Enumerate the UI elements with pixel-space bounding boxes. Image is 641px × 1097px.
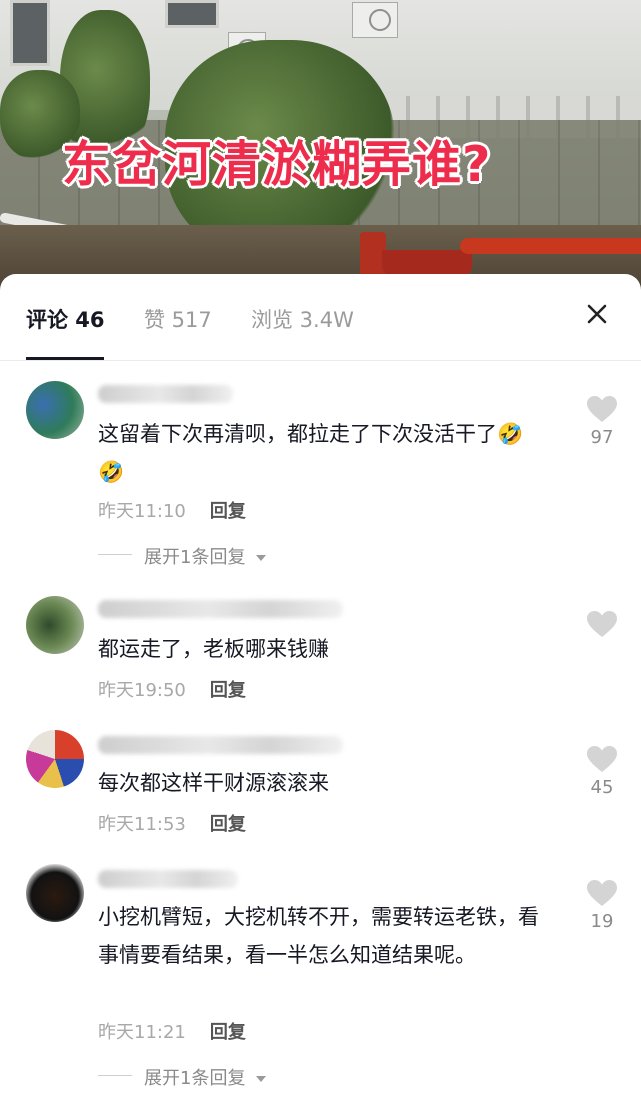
building-window xyxy=(10,0,50,66)
comment-text: 这留着下次再清呗，都拉走了下次没活干了🤣🤣 xyxy=(98,422,524,484)
like-button[interactable]: 45 xyxy=(582,745,622,798)
avatar[interactable] xyxy=(26,381,84,439)
like-button[interactable]: 19 xyxy=(582,879,622,932)
comment-text: 都运走了，老板哪来钱赚 xyxy=(98,637,329,661)
reply-button[interactable]: 回复 xyxy=(210,814,246,835)
heart-icon xyxy=(587,746,617,772)
active-tab-indicator xyxy=(26,357,104,360)
expand-replies-label: 展开1条回复 xyxy=(144,1068,246,1089)
comment-meta: 昨天19:50 回复 xyxy=(98,676,246,702)
reply-button[interactable]: 回复 xyxy=(210,1022,246,1043)
close-button[interactable] xyxy=(583,300,611,328)
avatar[interactable] xyxy=(26,730,84,788)
like-count: 97 xyxy=(590,427,614,448)
building-window xyxy=(165,0,219,28)
comment-meta: 昨天11:21 回复 xyxy=(98,1018,246,1044)
video-frame: 东岔河清淤糊弄谁? xyxy=(0,0,641,290)
username-blurred xyxy=(98,600,343,618)
comment-meta: 昨天11:10 回复 xyxy=(98,497,246,523)
tab-views[interactable]: 浏览 3.4W xyxy=(251,304,354,334)
like-button[interactable] xyxy=(582,610,622,642)
close-icon xyxy=(587,304,607,324)
comment-meta: 昨天11:53 回复 xyxy=(98,810,246,836)
comment-text: 每次都这样干财源滚滚来 xyxy=(98,771,329,795)
comment-text: 小挖机臂短，大挖机转不开，需要转运老铁，看事情要看结果，看一半怎么知道结果呢。 xyxy=(98,905,539,967)
avatar[interactable] xyxy=(26,596,84,654)
caret-down-icon xyxy=(256,555,267,561)
comment-time: 昨天19:50 xyxy=(98,680,186,701)
comment-time: 昨天11:10 xyxy=(98,501,186,522)
comment-time: 昨天11:21 xyxy=(98,1022,186,1043)
heart-icon xyxy=(587,880,617,906)
reply-button[interactable]: 回复 xyxy=(210,501,246,522)
username-blurred xyxy=(98,736,343,754)
comment-sheet: 评论 46 赞 517 浏览 3.4W 这留着下次再清呗，都拉走了下次没活干了🤣… xyxy=(0,274,641,1097)
heart-icon xyxy=(587,396,617,422)
reply-button[interactable]: 回复 xyxy=(210,680,246,701)
like-button[interactable]: 97 xyxy=(582,395,622,448)
expand-replies[interactable]: 展开1条回复 xyxy=(98,543,267,569)
like-count: 45 xyxy=(590,777,614,798)
air-conditioner xyxy=(352,2,398,38)
expand-replies-label: 展开1条回复 xyxy=(144,547,246,568)
video-title-overlay: 东岔河清淤糊弄谁? xyxy=(62,136,492,193)
caret-down-icon xyxy=(256,1076,267,1082)
avatar[interactable] xyxy=(26,864,84,922)
comment-tabs: 评论 46 赞 517 浏览 3.4W xyxy=(0,274,641,361)
tab-comments[interactable]: 评论 46 xyxy=(26,304,105,334)
tab-likes[interactable]: 赞 517 xyxy=(144,304,212,334)
username-blurred xyxy=(98,870,238,888)
username-blurred xyxy=(98,385,233,403)
expand-replies[interactable]: 展开1条回复 xyxy=(98,1064,267,1090)
comment-time: 昨天11:53 xyxy=(98,814,186,835)
excavator xyxy=(360,232,641,276)
heart-icon xyxy=(587,611,617,637)
like-count: 19 xyxy=(590,911,614,932)
